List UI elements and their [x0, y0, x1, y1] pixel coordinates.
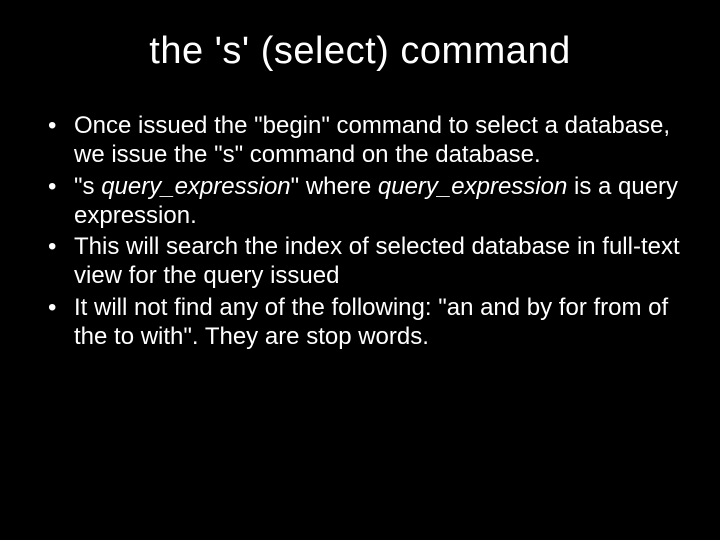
bullet-text-part: " where: [291, 173, 378, 200]
slide-title: the 's' (select) command: [40, 30, 680, 73]
bullet-item: Once issued the "begin" command to selec…: [40, 111, 680, 170]
bullet-text: Once issued the "begin" command to selec…: [74, 112, 670, 168]
bullet-text-part: "s: [74, 173, 101, 200]
bullet-text: This will search the index of selected d…: [74, 233, 680, 289]
bullet-text-italic: query_expression: [101, 173, 290, 200]
bullet-item: It will not find any of the following: "…: [40, 293, 680, 352]
bullet-text-italic: query_expression: [378, 173, 567, 200]
bullet-item: "s query_expression" where query_express…: [40, 172, 680, 231]
slide: the 's' (select) command Once issued the…: [0, 0, 720, 540]
bullet-text: It will not find any of the following: "…: [74, 294, 668, 350]
bullet-item: This will search the index of selected d…: [40, 232, 680, 291]
bullet-list: Once issued the "begin" command to selec…: [40, 111, 680, 351]
